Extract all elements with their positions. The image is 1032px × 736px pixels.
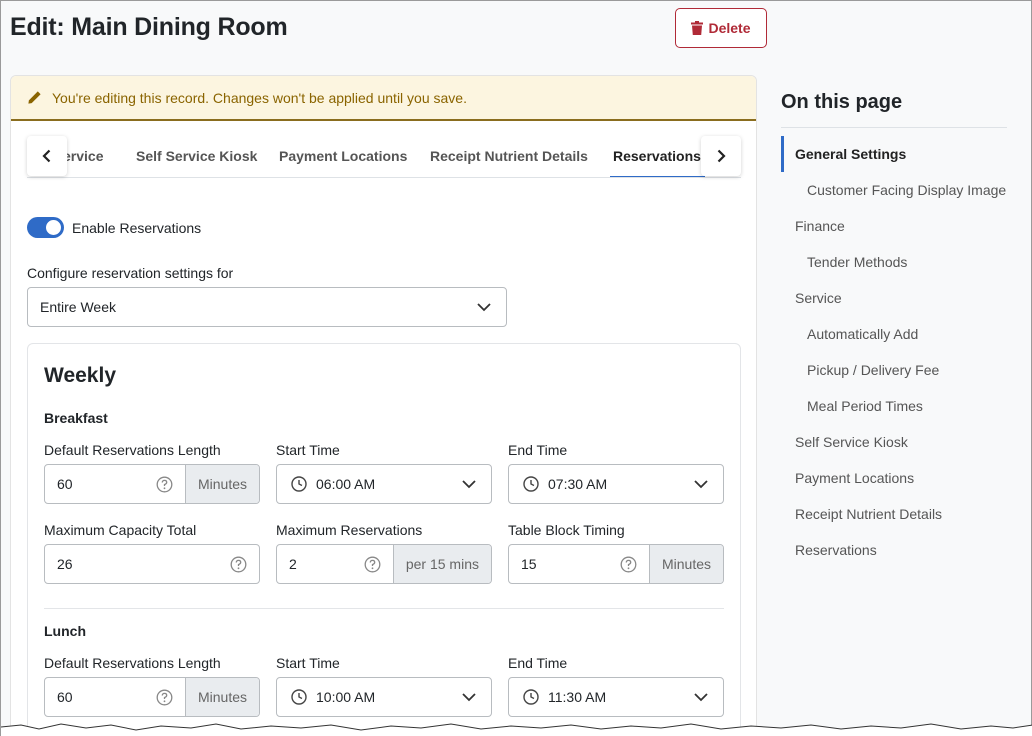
toc-receipt-nutrient-details[interactable]: Receipt Nutrient Details [795, 506, 942, 522]
lunch-length-label: Default Reservations Length [44, 655, 221, 671]
tabs-scroll-left-button[interactable] [27, 136, 67, 176]
chevron-right-icon [717, 149, 726, 163]
clock-icon [523, 689, 539, 705]
breakfast-length-unit: Minutes [184, 465, 259, 503]
lunch-end-time-select[interactable]: 11:30 AM [508, 677, 724, 717]
help-icon[interactable] [620, 556, 637, 573]
trash-icon [691, 21, 704, 35]
breakfast-end-time-select[interactable]: 07:30 AM [508, 464, 724, 504]
section-divider [44, 608, 724, 609]
breakfast-length-input[interactable]: 60 Minutes [44, 464, 260, 504]
toc-automatically-add[interactable]: Automatically Add [807, 326, 918, 342]
weekly-settings-card: Weekly Breakfast Default Reservations Le… [27, 343, 741, 736]
breakfast-length-label: Default Reservations Length [44, 442, 221, 458]
tabs-scroll-right-button[interactable] [701, 136, 741, 176]
page-title: Edit: Main Dining Room [10, 13, 288, 41]
lunch-length-value: 60 [57, 689, 73, 705]
chevron-down-icon [462, 693, 476, 702]
clock-icon [291, 476, 307, 492]
toc-pickup-delivery-fee[interactable]: Pickup / Delivery Fee [807, 362, 939, 378]
configure-settings-value: Entire Week [40, 299, 116, 315]
capacity-input[interactable]: 26 [44, 544, 260, 584]
lunch-start-label: Start Time [276, 655, 340, 671]
breakfast-start-label: Start Time [276, 442, 340, 458]
tab-receipt-nutrient-details[interactable]: Receipt Nutrient Details [430, 137, 588, 177]
tab-reservations[interactable]: Reservations [610, 137, 705, 177]
table-block-label: Table Block Timing [508, 522, 625, 538]
max-reservations-label: Maximum Reservations [276, 522, 423, 538]
lunch-length-input[interactable]: 60 Minutes [44, 677, 260, 717]
help-icon[interactable] [156, 689, 173, 706]
on-this-page-divider [781, 127, 1007, 128]
toc-tender-methods[interactable]: Tender Methods [807, 254, 907, 270]
lunch-start-time-select[interactable]: 10:00 AM [276, 677, 492, 717]
max-reservations-value: 2 [289, 556, 297, 572]
chevron-down-icon [462, 480, 476, 489]
toc-meal-period-times[interactable]: Meal Period Times [807, 398, 923, 414]
max-reservations-input[interactable]: 2 per 15 mins [276, 544, 492, 584]
toc-finance[interactable]: Finance [795, 218, 845, 234]
lunch-title: Lunch [44, 623, 86, 639]
delete-button[interactable]: Delete [675, 8, 767, 48]
toc-customer-facing-display-image[interactable]: Customer Facing Display Image [807, 182, 1006, 198]
chevron-down-icon [694, 480, 708, 489]
toc-self-service-kiosk[interactable]: Self Service Kiosk [795, 434, 908, 450]
toc-reservations[interactable]: Reservations [795, 542, 877, 558]
breakfast-length-value: 60 [57, 476, 73, 492]
table-block-input[interactable]: 15 Minutes [508, 544, 724, 584]
help-icon[interactable] [156, 476, 173, 493]
edit-form-card: You're editing this record. Changes won'… [10, 75, 757, 736]
lunch-length-unit: Minutes [184, 678, 259, 716]
pencil-icon [28, 91, 41, 104]
chevron-down-icon [477, 303, 491, 312]
tab-payment-locations[interactable]: Payment Locations [279, 137, 407, 177]
breakfast-end-label: End Time [508, 442, 568, 458]
weekly-title: Weekly [44, 364, 116, 387]
lunch-start-value: 10:00 AM [316, 689, 376, 705]
toc-payment-locations[interactable]: Payment Locations [795, 470, 914, 486]
unsaved-alert: You're editing this record. Changes won'… [11, 76, 756, 121]
toc-service[interactable]: Service [795, 290, 842, 306]
delete-button-label: Delete [708, 20, 751, 36]
capacity-value: 26 [57, 556, 73, 572]
on-this-page-title: On this page [781, 91, 903, 113]
torn-edge [1, 723, 1032, 736]
help-icon[interactable] [230, 556, 247, 573]
tab-self-service-kiosk[interactable]: Self Service Kiosk [136, 137, 257, 177]
enable-reservations-toggle[interactable] [27, 217, 64, 238]
section-tabs: ervice Self Service Kiosk Payment Locati… [27, 137, 741, 178]
lunch-end-value: 11:30 AM [548, 689, 607, 705]
app-window: Edit: Main Dining Room Delete You're edi… [0, 0, 1032, 736]
chevron-down-icon [694, 693, 708, 702]
tab-service[interactable]: ervice [63, 137, 103, 177]
active-item-indicator [781, 136, 784, 172]
capacity-label: Maximum Capacity Total [44, 522, 197, 538]
clock-icon [291, 689, 307, 705]
table-block-value: 15 [521, 556, 537, 572]
breakfast-title: Breakfast [44, 410, 108, 426]
configure-settings-label: Configure reservation settings for [27, 265, 234, 281]
configure-settings-select[interactable]: Entire Week [27, 287, 507, 327]
enable-reservations-row: Enable Reservations [27, 217, 201, 238]
chevron-left-icon [42, 149, 51, 163]
breakfast-end-value: 07:30 AM [548, 476, 608, 492]
breakfast-start-value: 06:00 AM [316, 476, 376, 492]
alert-text: You're editing this record. Changes won'… [52, 89, 467, 106]
help-icon[interactable] [364, 556, 381, 573]
max-reservations-unit: per 15 mins [392, 545, 491, 583]
breakfast-start-time-select[interactable]: 06:00 AM [276, 464, 492, 504]
lunch-end-label: End Time [508, 655, 568, 671]
table-block-unit: Minutes [648, 545, 723, 583]
clock-icon [523, 476, 539, 492]
enable-reservations-label: Enable Reservations [72, 219, 202, 236]
toc-general-settings[interactable]: General Settings [795, 146, 906, 162]
